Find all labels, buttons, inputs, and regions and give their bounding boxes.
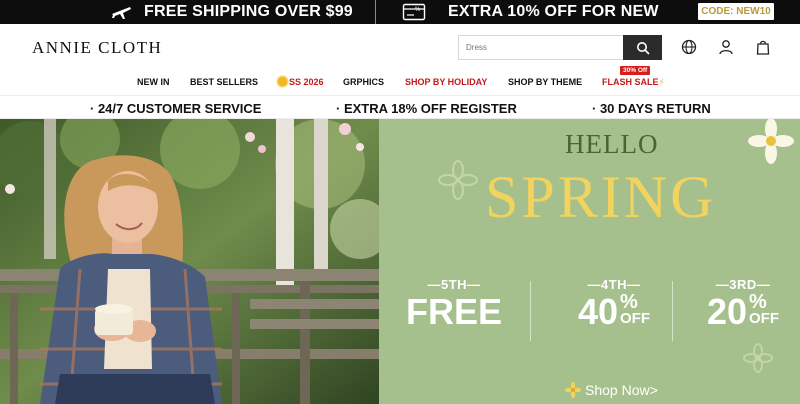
service-item-customer-service-label: 24/7 CUSTOMER SERVICE: [97, 101, 262, 116]
brand-logo[interactable]: ANNIE CLOTH: [32, 38, 162, 58]
service-item-customer-service: · 24/7 CUSTOMER SERVICE: [90, 101, 262, 116]
nav-item-ss-2026[interactable]: SS 2026: [278, 77, 324, 87]
hero-photo[interactable]: [0, 119, 379, 404]
discount-card-icon: %: [402, 3, 426, 21]
spring-promo-banner[interactable]: HELLO SPRING —5TH— FREE —4TH— 40 % OFF —…: [379, 119, 800, 404]
flower-outline-icon: [438, 160, 478, 200]
globe-icon[interactable]: [680, 38, 698, 56]
lightning-icon: ⚡: [658, 77, 665, 87]
svg-text:%: %: [415, 7, 421, 13]
flash-sale-badge: 30% Off: [620, 66, 651, 75]
offer-label: —3RD—: [715, 277, 771, 292]
new-customer-promo-text: EXTRA 10% OFF FOR NEW: [448, 3, 659, 20]
flower-outline-icon: [743, 343, 773, 373]
offer-divider: [672, 281, 673, 341]
new-customer-promo[interactable]: % EXTRA 10% OFF FOR NEW: [402, 0, 659, 24]
offer-value: FREE: [399, 292, 509, 332]
nav-item-ss-2026-label: SS 2026: [289, 77, 324, 87]
offer-amount: 20: [706, 291, 748, 332]
shipping-promo-text: FREE SHIPPING OVER $99: [144, 3, 353, 20]
promo-bar: FREE SHIPPING OVER $99 % EXTRA 10% OFF F…: [0, 0, 800, 24]
shopping-bag-icon[interactable]: [754, 38, 772, 56]
shipping-promo[interactable]: FREE SHIPPING OVER $99: [110, 0, 353, 24]
promo-divider: [375, 0, 376, 24]
offer-label: —4TH—: [587, 277, 641, 292]
daisy-icon: [565, 382, 581, 398]
airplane-icon: [110, 3, 132, 21]
sun-icon: [278, 77, 287, 86]
service-item-returns-label: 30 DAYS RETURN: [599, 101, 711, 116]
offer-5th: —5TH— FREE: [399, 277, 509, 332]
offer-percent-sign: %: [620, 291, 638, 313]
nav-item-flash-sale-label: FLASH SALE: [602, 77, 659, 87]
search-input[interactable]: [458, 35, 624, 60]
offer-off-label: OFF: [749, 310, 780, 327]
nav-item-new-in[interactable]: NEW IN: [137, 77, 170, 87]
promo-code-badge[interactable]: CODE: NEW10: [698, 3, 774, 20]
offer-unit: % OFF: [749, 291, 780, 327]
nav-item-best-sellers[interactable]: BEST SELLERS: [190, 77, 258, 87]
offer-amount: FREE: [405, 291, 502, 332]
service-item-returns: · 30 DAYS RETURN: [592, 101, 711, 116]
offer-3rd: —3RD— 20 % OFF: [693, 277, 793, 332]
hello-heading: HELLO: [565, 129, 659, 159]
shop-now-label: Shop Now>: [585, 382, 658, 398]
offer-percent-sign: %: [749, 291, 767, 313]
search-button[interactable]: [623, 35, 662, 60]
offer-amount: 40: [577, 291, 619, 332]
offer-divider: [530, 281, 531, 341]
user-icon[interactable]: [717, 38, 735, 56]
spring-headline: SPRING: [485, 164, 717, 230]
nav-item-graphics[interactable]: GRPHICS: [343, 77, 384, 87]
nav-item-shop-by-theme[interactable]: SHOP BY THEME: [508, 77, 582, 87]
service-item-register-offer: · EXTRA 18% OFF REGISTER: [336, 101, 517, 116]
nav-item-shop-by-holiday[interactable]: SHOP BY HOLIDAY: [405, 77, 487, 87]
site-header: ANNIE CLOTH: [0, 24, 800, 70]
offer-value: 40 % OFF: [559, 292, 669, 332]
service-item-register-offer-label: EXTRA 18% OFF REGISTER: [343, 101, 517, 116]
main-nav: NEW IN BEST SELLERS SS 2026 GRPHICS SHOP…: [0, 66, 800, 95]
offer-4th: —4TH— 40 % OFF: [559, 277, 669, 332]
daisy-icon: [748, 119, 794, 164]
shop-now-button[interactable]: Shop Now>: [565, 382, 658, 398]
offer-label: —5TH—: [427, 277, 481, 292]
service-strip: · 24/7 CUSTOMER SERVICE · EXTRA 18% OFF …: [0, 95, 800, 119]
offer-value: 20 % OFF: [693, 292, 793, 332]
offer-off-label: OFF: [620, 310, 651, 327]
nav-item-flash-sale[interactable]: FLASH SALE⚡: [602, 77, 665, 88]
offer-unit: % OFF: [620, 291, 651, 327]
search-icon: [636, 41, 649, 54]
